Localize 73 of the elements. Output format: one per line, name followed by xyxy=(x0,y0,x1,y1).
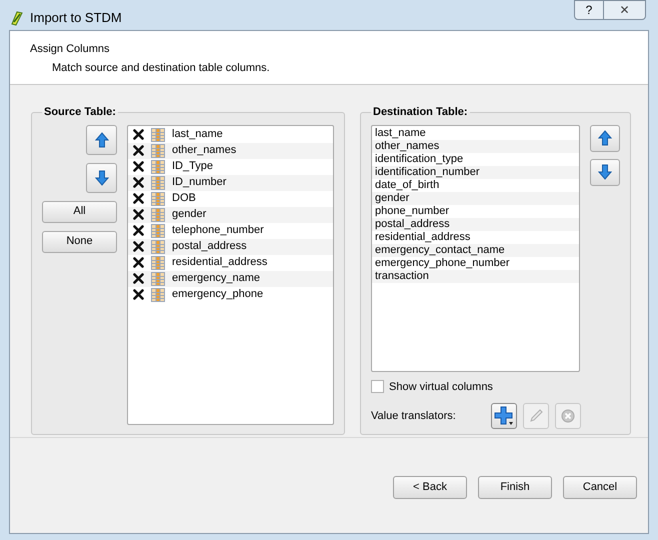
column-name: residential_address xyxy=(171,255,268,270)
checkbox[interactable] xyxy=(132,192,145,205)
dialog-button[interactable]: Cancel xyxy=(563,476,637,499)
column-name: emergency_contact_name xyxy=(375,244,505,256)
column-name: gender xyxy=(375,192,410,204)
column-name: residential_address xyxy=(375,230,470,242)
checkbox[interactable] xyxy=(132,272,145,285)
column-name: DOB xyxy=(171,191,196,206)
page-subtitle: Match source and destination table columns. xyxy=(51,60,270,76)
checkbox[interactable] xyxy=(132,160,145,173)
remove-icon xyxy=(561,409,575,423)
table-column-icon xyxy=(151,272,165,286)
move-up-button[interactable] xyxy=(86,124,117,154)
dialog-button[interactable]: < Back xyxy=(393,476,467,499)
close-button[interactable]: ✕ xyxy=(604,0,646,20)
column-name: last_name xyxy=(375,126,426,138)
checkbox-label: Show virtual columns xyxy=(389,380,493,394)
help-button[interactable]: ? xyxy=(574,0,604,20)
column-name: last_name xyxy=(171,127,223,142)
table-column-icon xyxy=(151,176,165,190)
table-column-icon xyxy=(151,192,165,206)
move-down-button[interactable] xyxy=(86,162,117,192)
table-column-icon xyxy=(151,208,165,222)
arrow-up-icon xyxy=(598,130,612,146)
dialog-button[interactable]: Finish xyxy=(478,476,552,499)
field-label: Value translators: xyxy=(371,408,457,424)
select-button[interactable]: All xyxy=(42,200,117,222)
column-name: telephone_number xyxy=(171,223,264,238)
window-title: Import to STDM xyxy=(30,9,122,27)
select-button[interactable]: None xyxy=(42,230,117,252)
move-up-button[interactable] xyxy=(590,124,620,152)
arrow-down-icon xyxy=(94,170,108,186)
checkbox[interactable] xyxy=(132,224,145,237)
table-column-icon xyxy=(151,224,165,238)
column-name: date_of_birth xyxy=(375,178,440,190)
checkbox[interactable] xyxy=(132,256,145,269)
table-column-icon xyxy=(151,128,165,142)
column-name: identification_type xyxy=(375,152,464,164)
checkbox[interactable] xyxy=(132,144,145,157)
table-column-icon xyxy=(151,256,165,270)
page-title: Assign Columns xyxy=(30,42,110,57)
checkbox[interactable] xyxy=(132,240,145,253)
checkbox[interactable] xyxy=(132,208,145,221)
table-column-icon xyxy=(151,144,165,158)
table-column-icon xyxy=(151,160,165,174)
column-name: postal_address xyxy=(171,239,247,254)
app-logo-icon xyxy=(10,10,24,26)
column-name: other_names xyxy=(171,143,236,158)
checkbox[interactable] xyxy=(132,288,145,301)
arrow-up-icon xyxy=(94,132,108,148)
translator-add-button[interactable] xyxy=(491,403,517,429)
column-name: other_names xyxy=(375,140,440,152)
column-name: emergency_phone_number xyxy=(375,256,510,268)
column-name: identification_number xyxy=(375,166,480,178)
checkbox[interactable] xyxy=(371,380,384,394)
column-name: postal_address xyxy=(375,218,450,230)
column-name: emergency_name xyxy=(171,271,260,286)
pencil-icon xyxy=(528,408,544,424)
column-name: phone_number xyxy=(375,204,450,216)
column-name: ID_Type xyxy=(171,159,213,174)
group-title: Source Table: xyxy=(43,105,117,120)
column-name: transaction xyxy=(375,270,429,282)
column-name: emergency_phone xyxy=(171,287,264,302)
column-name: gender xyxy=(171,207,206,222)
column-name: ID_number xyxy=(171,175,226,190)
checkbox[interactable] xyxy=(132,128,145,141)
add-icon xyxy=(494,406,514,426)
checkbox[interactable] xyxy=(132,176,145,189)
table-column-icon xyxy=(151,240,165,254)
table-column-icon xyxy=(151,288,165,302)
move-down-button[interactable] xyxy=(590,158,620,186)
arrow-down-icon xyxy=(598,164,612,180)
group-title: Destination Table: xyxy=(372,105,469,120)
